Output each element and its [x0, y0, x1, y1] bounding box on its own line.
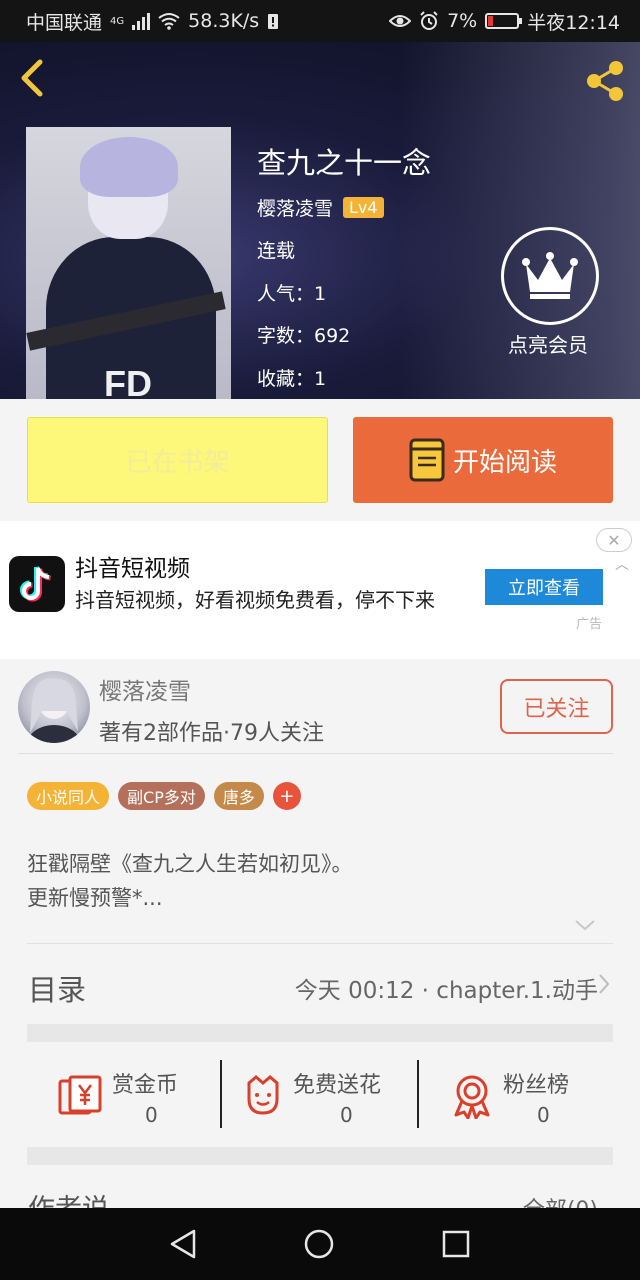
add-tag-button[interactable]: + — [272, 782, 301, 810]
medal-icon — [454, 1075, 490, 1119]
ad-cta-button[interactable]: 立即查看 — [485, 569, 603, 605]
profile-author-name[interactable]: 樱落凌雪 — [99, 672, 191, 706]
battery-percent: 7% — [447, 10, 478, 32]
crown-icon — [501, 227, 599, 325]
divider — [18, 753, 613, 754]
section-separator — [27, 1024, 613, 1042]
battery-icon — [485, 13, 523, 29]
tag-list: 小说同人 副CP多对 唐多 + — [27, 782, 301, 810]
tip-coins-button[interactable]: 赏金币 0 — [56, 1059, 206, 1131]
carrier-label: 中国联通 — [26, 11, 103, 34]
book-favorites: 收藏：1 — [257, 368, 327, 390]
navigation-bar — [0, 1208, 640, 1280]
status-bar: 中国联通 4G 58.3K/s 7% 半夜12:14 — [0, 0, 640, 42]
book-author-row: 樱落凌雪 Lv4 — [257, 194, 384, 221]
tag-item[interactable]: 唐多 — [213, 782, 264, 810]
flowers-count: 0 — [340, 1103, 353, 1127]
ad-description: 抖音短视频，好看视频免费看，停不下来 — [75, 588, 435, 612]
send-flowers-button[interactable]: 免费送花 0 — [243, 1059, 413, 1131]
book-author[interactable]: 樱落凌雪 — [257, 194, 333, 221]
back-button[interactable] — [14, 56, 54, 100]
section-separator — [27, 1147, 613, 1165]
tip-coins-label: 赏金币 — [112, 1073, 179, 1098]
follow-button[interactable]: 已关注 — [500, 679, 613, 734]
fan-ranking-label: 粉丝榜 — [503, 1073, 570, 1098]
signal-icon — [132, 12, 151, 30]
start-reading-button[interactable]: 开始阅读 — [353, 417, 613, 503]
ad-collapse-icon[interactable]: ︿ — [615, 554, 629, 574]
book-actions: 已在书架 开始阅读 — [0, 399, 640, 521]
book-icon — [409, 438, 445, 482]
ad-tag: 广告 — [576, 617, 603, 632]
book-header: FD 查九之十一念 樱落凌雪 Lv4 连载 人气：1 字数：692 收藏：1 点… — [0, 42, 640, 399]
vip-button[interactable]: 点亮会员 — [500, 227, 600, 358]
expand-description-icon[interactable] — [573, 917, 597, 936]
share-button[interactable] — [582, 58, 628, 104]
tip-coins-count: 0 — [145, 1103, 158, 1127]
chevron-right-icon — [598, 973, 610, 1001]
profile-author-stats: 著有2部作品·79人关注 — [99, 721, 324, 746]
description-line: 狂戳隔壁《查九之人生若如初见》。 — [27, 852, 353, 876]
wifi-icon — [158, 13, 180, 30]
douyin-logo-icon — [9, 556, 65, 612]
ad-banner[interactable]: 抖音短视频 抖音短视频，好看视频免费看，停不下来 立即查看 ✕ ︿ 广告 — [0, 521, 640, 659]
divider — [417, 1060, 419, 1128]
book-description: 狂戳隔壁《查九之人生若如初见》。 更新慢预警*... — [27, 847, 353, 915]
ad-close-icon[interactable]: ✕ — [596, 528, 632, 552]
nav-back-icon[interactable] — [168, 1228, 198, 1260]
description-line: 更新慢预警*... — [27, 886, 163, 910]
alarm-icon — [420, 11, 438, 30]
tag-item[interactable]: 小说同人 — [27, 782, 110, 810]
book-title: 查九之十一念 — [257, 146, 432, 180]
book-status: 连载 — [257, 240, 296, 262]
eye-icon — [389, 15, 412, 27]
cover-decor — [80, 137, 178, 197]
book-cover[interactable]: FD — [26, 127, 231, 399]
tag-item[interactable]: 副CP多对 — [118, 782, 205, 810]
red-envelope-icon — [58, 1075, 102, 1115]
author-avatar[interactable] — [18, 671, 90, 743]
in-bookshelf-button[interactable]: 已在书架 — [27, 417, 328, 503]
book-detail-content: 樱落凌雪 著有2部作品·79人关注 已关注 小说同人 副CP多对 唐多 + 狂戳… — [0, 659, 640, 1208]
fan-ranking-button[interactable]: 粉丝榜 0 — [452, 1059, 602, 1131]
author-says-all-link[interactable]: 全部(0) — [523, 1192, 598, 1208]
book-word-count: 字数：692 — [257, 325, 351, 347]
back-arrow-icon — [21, 59, 43, 97]
nav-home-icon[interactable] — [303, 1228, 335, 1260]
alert-battery-icon — [268, 14, 279, 29]
author-says-label: 作者说 — [28, 1187, 109, 1208]
toc-latest-chapter: 今天 00:12 · chapter.1.动手 — [294, 978, 598, 1004]
network-type: 4G — [110, 15, 125, 27]
send-flowers-label: 免费送花 — [293, 1073, 382, 1098]
start-reading-label: 开始阅读 — [452, 447, 557, 478]
vip-label: 点亮会员 — [508, 333, 588, 357]
nav-recents-icon[interactable] — [441, 1229, 471, 1259]
divider — [220, 1060, 222, 1128]
cover-text: FD — [104, 363, 152, 399]
flower-icon — [247, 1075, 279, 1115]
divider — [27, 943, 613, 944]
network-speed: 58.3K/s — [188, 10, 260, 32]
fan-ranking-count: 0 — [537, 1103, 550, 1127]
clock: 半夜12:14 — [527, 11, 620, 34]
author-level-badge: Lv4 — [343, 197, 384, 218]
ad-title: 抖音短视频 — [75, 556, 190, 582]
toc-label: 目录 — [28, 973, 87, 1007]
book-popularity: 人气：1 — [257, 283, 327, 305]
share-icon — [587, 61, 623, 101]
